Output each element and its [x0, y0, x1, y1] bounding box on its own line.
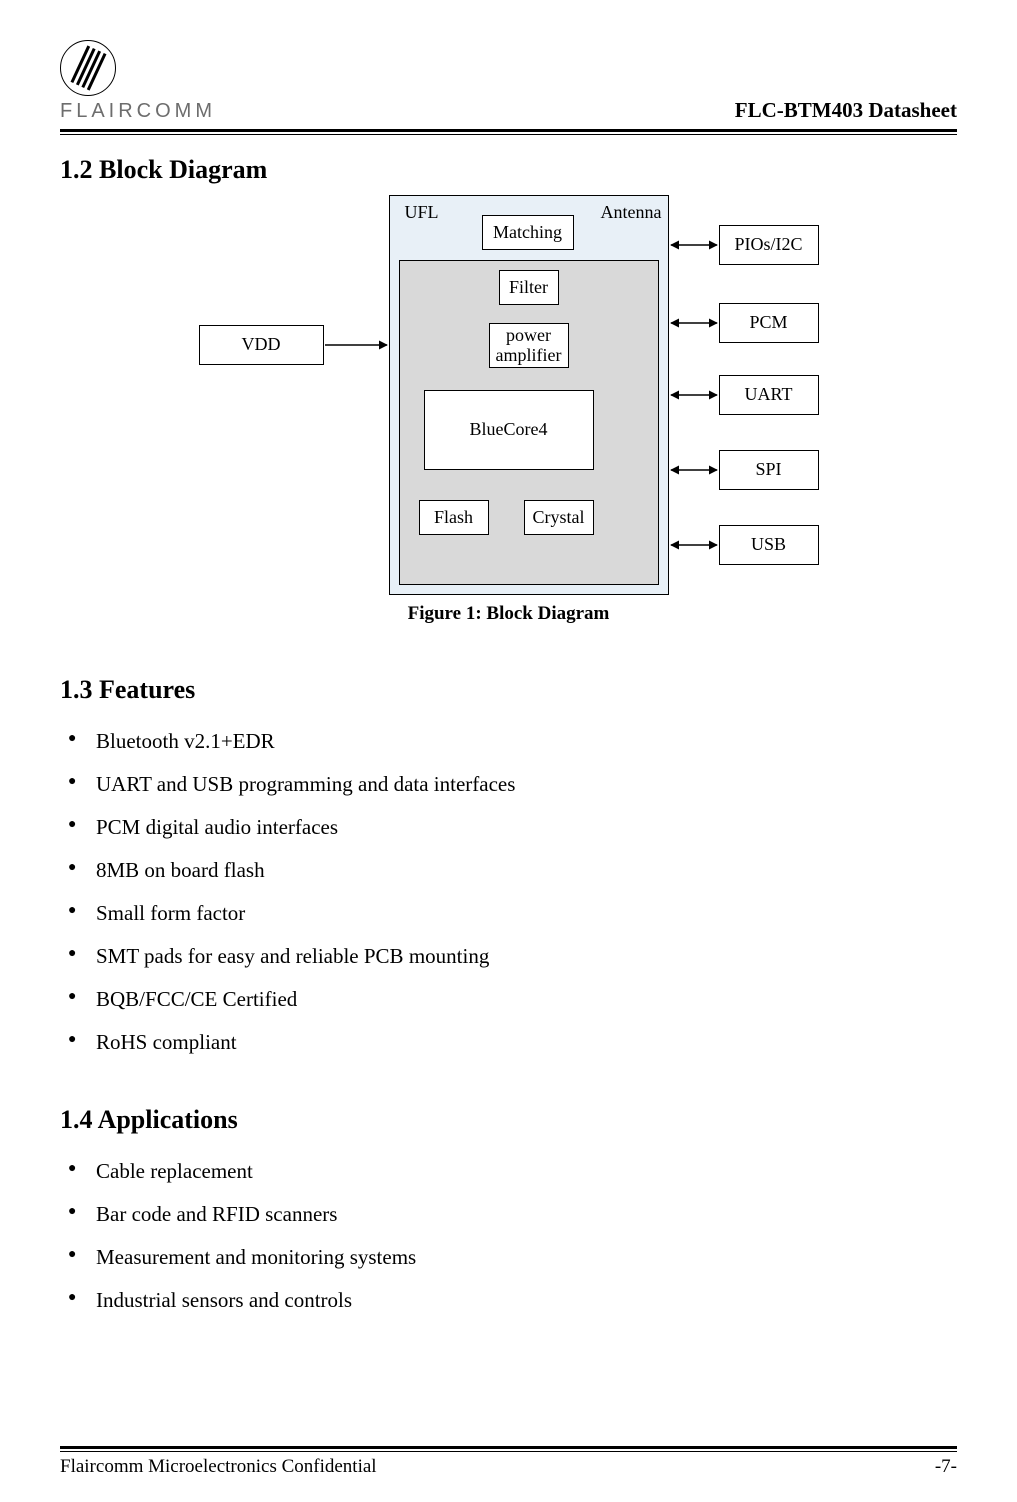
- feature-item: PCM digital audio interfaces: [96, 815, 957, 840]
- block-crystal: Crystal: [524, 500, 594, 535]
- page-header: FLAIRCOMM FLC-BTM403 Datasheet: [60, 40, 957, 123]
- block-pcm: PCM: [719, 303, 819, 343]
- footer-rule-thick: [60, 1446, 957, 1449]
- block-flash: Flash: [419, 500, 489, 535]
- block-diagram: UFL Antenna Matching Filter power amplif…: [199, 195, 819, 595]
- label-antenna: Antenna: [594, 203, 669, 223]
- feature-item: BQB/FCC/CE Certified: [96, 987, 957, 1012]
- applications-list: Cable replacement Bar code and RFID scan…: [60, 1159, 957, 1313]
- section-heading-applications: 1.4 Applications: [60, 1105, 957, 1135]
- document-title: FLC-BTM403 Datasheet: [735, 98, 957, 123]
- block-power-amplifier: power amplifier: [489, 323, 569, 368]
- page-footer: Flaircomm Microelectronics Confidential …: [60, 1440, 957, 1478]
- brand-name: FLAIRCOMM: [60, 100, 216, 123]
- block-usb: USB: [719, 525, 819, 565]
- section-heading-features: 1.3 Features: [60, 675, 957, 705]
- feature-item: Bluetooth v2.1+EDR: [96, 729, 957, 754]
- logo-mark-icon: [60, 40, 116, 96]
- label-ufl: UFL: [399, 203, 454, 223]
- feature-item: UART and USB programming and data interf…: [96, 772, 957, 797]
- feature-item: SMT pads for easy and reliable PCB mount…: [96, 944, 957, 969]
- features-list: Bluetooth v2.1+EDR UART and USB programm…: [60, 729, 957, 1055]
- feature-item: Small form factor: [96, 901, 957, 926]
- application-item: Bar code and RFID scanners: [96, 1202, 957, 1227]
- feature-item: 8MB on board flash: [96, 858, 957, 883]
- footer-left: Flaircomm Microelectronics Confidential: [60, 1456, 377, 1478]
- footer-rule-thin: [60, 1451, 957, 1452]
- header-rule-thick: [60, 129, 957, 132]
- figure-caption: Figure 1: Block Diagram: [60, 603, 957, 625]
- section-heading-block-diagram: 1.2 Block Diagram: [60, 155, 957, 185]
- footer-page-number: -7-: [935, 1456, 957, 1478]
- block-filter: Filter: [499, 270, 559, 305]
- application-item: Cable replacement: [96, 1159, 957, 1184]
- feature-item: RoHS compliant: [96, 1030, 957, 1055]
- block-vdd: VDD: [199, 325, 324, 365]
- header-rule-thin: [60, 134, 957, 135]
- company-logo: FLAIRCOMM: [60, 40, 216, 123]
- block-pios-i2c: PIOs/I2C: [719, 225, 819, 265]
- block-bluecore: BlueCore4: [424, 390, 594, 470]
- block-matching: Matching: [482, 215, 574, 250]
- block-uart: UART: [719, 375, 819, 415]
- application-item: Industrial sensors and controls: [96, 1288, 957, 1313]
- application-item: Measurement and monitoring systems: [96, 1245, 957, 1270]
- block-spi: SPI: [719, 450, 819, 490]
